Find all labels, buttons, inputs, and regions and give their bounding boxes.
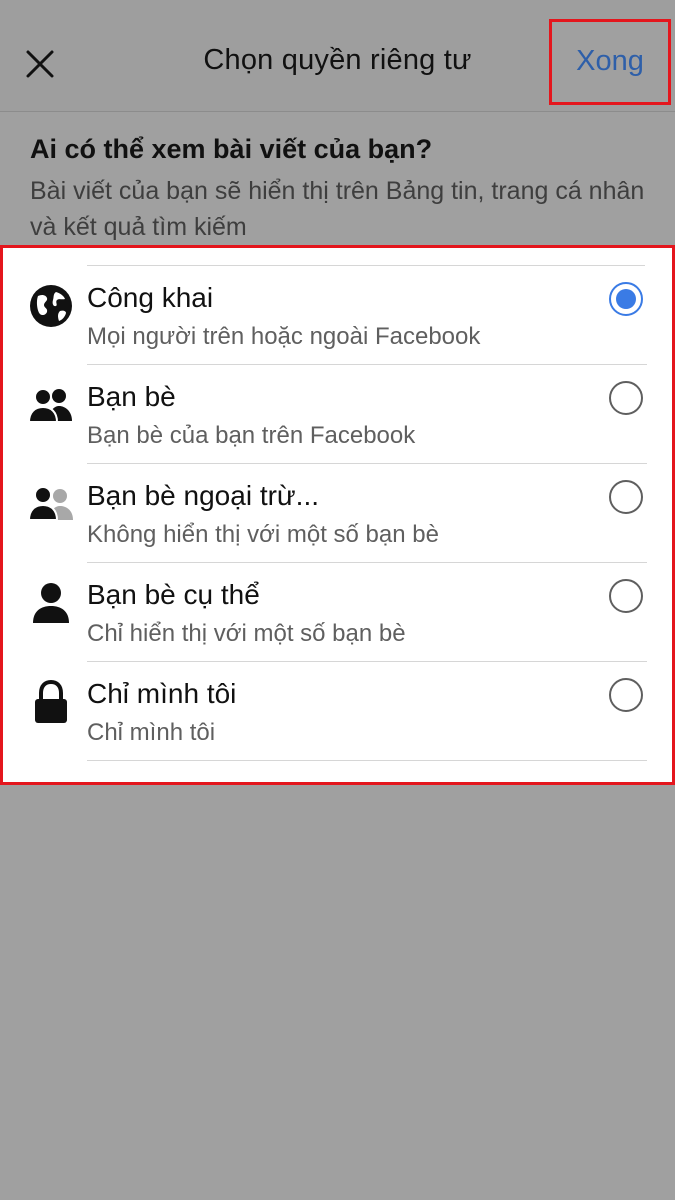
option-friends[interactable]: Bạn bè Bạn bè của bạn trên Facebook bbox=[3, 365, 672, 464]
option-friends-except[interactable]: Bạn bè ngoại trừ... Không hiển thị với m… bbox=[3, 464, 672, 563]
option-description: Bạn bè của bạn trên Facebook bbox=[87, 422, 416, 449]
radio-dot bbox=[616, 289, 636, 309]
header-bar: Chọn quyền riêng tư Xong bbox=[0, 0, 675, 112]
privacy-options-list: Công khai Mọi người trên hoặc ngoài Face… bbox=[0, 245, 675, 785]
person-icon bbox=[27, 579, 75, 627]
radio-unselected[interactable] bbox=[609, 678, 643, 712]
option-label: Bạn bè bbox=[87, 381, 176, 412]
done-highlight-frame: Xong bbox=[549, 19, 671, 105]
radio-unselected[interactable] bbox=[609, 579, 643, 613]
option-label: Công khai bbox=[87, 282, 214, 313]
option-only-me[interactable]: Chỉ mình tôi Chỉ mình tôi bbox=[3, 662, 672, 761]
option-description: Chỉ mình tôi bbox=[87, 719, 216, 746]
friends-icon bbox=[27, 381, 75, 429]
done-button[interactable]: Xong bbox=[576, 45, 644, 78]
option-label: Bạn bè cụ thể bbox=[87, 579, 260, 610]
radio-unselected[interactable] bbox=[609, 381, 643, 415]
globe-icon bbox=[27, 282, 75, 330]
lock-icon bbox=[27, 678, 75, 726]
option-description: Mọi người trên hoặc ngoài Facebook bbox=[87, 323, 481, 350]
audience-question: Ai có thể xem bài viết của bạn? bbox=[30, 134, 433, 164]
radio-unselected[interactable] bbox=[609, 480, 643, 514]
option-description: Không hiển thị với một số bạn bè bbox=[87, 521, 439, 548]
option-label: Bạn bè ngoại trừ... bbox=[87, 480, 319, 511]
friends-except-icon bbox=[27, 480, 75, 528]
audience-description: Bài viết của bạn sẽ hiển thị trên Bảng t… bbox=[30, 177, 645, 241]
radio-selected[interactable] bbox=[609, 282, 643, 316]
option-specific-friends[interactable]: Bạn bè cụ thể Chỉ hiển thị với một số bạ… bbox=[3, 563, 672, 662]
divider bbox=[87, 760, 647, 761]
option-label: Chỉ mình tôi bbox=[87, 678, 237, 709]
option-description: Chỉ hiển thị với một số bạn bè bbox=[87, 620, 406, 647]
option-public[interactable]: Công khai Mọi người trên hoặc ngoài Face… bbox=[3, 266, 672, 365]
